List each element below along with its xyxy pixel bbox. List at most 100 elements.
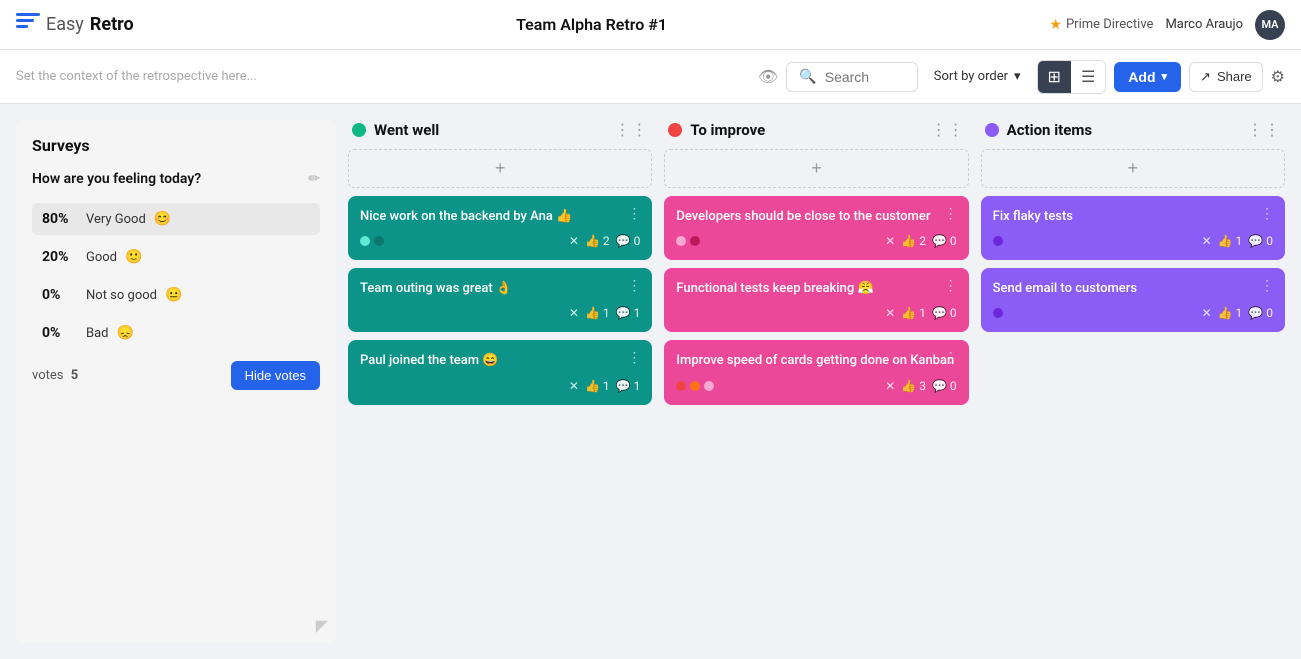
view-toggle: ⊞ ☰ [1037,60,1107,94]
card-comment[interactable]: 💬 0 [932,379,957,393]
card-delete-icon[interactable]: ✕ [885,379,895,393]
card-dots [993,236,1003,246]
survey-label: Not so good [86,288,157,303]
card-text: Functional tests keep breaking 😤 [676,280,956,298]
card-menu-icon[interactable]: ⋮ [627,278,642,294]
column-to-improve: To improve ⋮⋮ + ⋮ Developers should be c… [664,120,968,643]
card-text: Nice work on the backend by Ana 👍 [360,208,640,226]
card: ⋮ Paul joined the team 😄 ✕ 👍 1 💬 1 [348,340,652,404]
card-menu-icon[interactable]: ⋮ [944,278,959,294]
card-like[interactable]: 👍 3 [901,379,926,393]
card-actions: ✕ 👍 1 💬 1 [360,306,640,320]
add-card-button[interactable]: + [348,149,652,188]
card-like[interactable]: 👍 1 [901,306,926,320]
card-menu-icon[interactable]: ⋮ [627,206,642,222]
main-content: Surveys How are you feeling today? ✏ 80%… [0,104,1301,659]
card-actions: ✕ 👍 1 💬 1 [360,379,640,393]
card-menu-icon[interactable]: ⋮ [944,350,959,366]
card-text: Developers should be close to the custom… [676,208,956,226]
view-grid-button[interactable]: ⊞ [1038,61,1071,93]
survey-label: Very Good [86,212,146,227]
card-comment[interactable]: 💬 1 [616,379,641,393]
card-delete-icon[interactable]: ✕ [1202,234,1212,248]
card-dots [993,308,1003,318]
logo-icon [16,13,40,37]
column-dot [668,123,682,137]
card-delete-icon[interactable]: ✕ [569,306,579,320]
column-header: Action items ⋮⋮ [981,120,1285,139]
column-menu-icon[interactable]: ⋮⋮ [1247,120,1281,139]
card-menu-icon[interactable]: ⋮ [627,350,642,366]
card-comment[interactable]: 💬 0 [616,234,641,248]
card-dots [360,236,384,246]
card-delete-icon[interactable]: ✕ [569,379,579,393]
card-delete-icon[interactable]: ✕ [569,234,579,248]
card-like[interactable]: 👍 2 [901,234,926,248]
view-list-button[interactable]: ☰ [1071,61,1105,93]
hide-votes-button[interactable]: Hide votes [231,361,320,390]
card-comment[interactable]: 💬 1 [616,306,641,320]
context-placeholder[interactable]: Set the context of the retrospective her… [16,69,746,84]
gear-icon[interactable]: ⚙ [1271,67,1285,86]
card-text: Send email to customers [993,280,1273,298]
avatar[interactable]: MA [1255,10,1285,40]
column-menu-icon[interactable]: ⋮⋮ [931,120,965,139]
search-icon: 🔍 [799,69,816,85]
edit-icon[interactable]: ✏ [308,171,320,187]
toolbar-right: 👁 🔍 Sort by order ▾ ⊞ ☰ Add ▾ ↗ Share ⚙ [758,60,1285,94]
column-title: Went well [374,121,606,139]
card-like[interactable]: 👍 2 [585,234,610,248]
resize-handle: ◤ [316,616,328,635]
eye-icon[interactable]: 👁 [758,67,778,86]
card-comment[interactable]: 💬 0 [1248,234,1273,248]
card-like[interactable]: 👍 1 [1218,234,1243,248]
sort-chevron-icon: ▾ [1014,69,1021,84]
card-delete-icon[interactable]: ✕ [885,306,895,320]
add-card-button[interactable]: + [664,149,968,188]
card-delete-icon[interactable]: ✕ [885,234,895,248]
survey-option: 0% Bad 😞 [32,317,320,349]
card-text: Team outing was great 👌 [360,280,640,298]
survey-option: 0% Not so good 😐 [32,279,320,311]
card-like[interactable]: 👍 1 [585,379,610,393]
card-menu-icon[interactable]: ⋮ [1260,206,1275,222]
app-header: EasyRetro Team Alpha Retro #1 ★ Prime Di… [0,0,1301,50]
card-like[interactable]: 👍 1 [585,306,610,320]
survey-options: 80% Very Good 😊 20% Good 🙂 0% Not so goo… [32,203,320,349]
card-dot [676,236,686,246]
column-title: To improve [690,121,922,139]
logo-retro-text: Retro [90,14,134,35]
card-menu-icon[interactable]: ⋮ [1260,278,1275,294]
card-text: Fix flaky tests [993,208,1273,226]
card-dot [993,308,1003,318]
column-went-well: Went well ⋮⋮ + ⋮ Nice work on the backen… [348,120,652,643]
card-comment[interactable]: 💬 0 [932,234,957,248]
card-dots [676,381,714,391]
survey-pct: 80% [42,211,78,227]
card-like[interactable]: 👍 1 [1218,306,1243,320]
survey-pct: 20% [42,249,78,265]
card-actions: ✕ 👍 1 💬 0 [676,306,956,320]
card-comment[interactable]: 💬 0 [1248,306,1273,320]
sort-button[interactable]: Sort by order ▾ [926,63,1029,90]
add-label: Add [1128,69,1155,85]
search-box: 🔍 [786,62,917,92]
card-delete-icon[interactable]: ✕ [1202,306,1212,320]
survey-emoji: 😐 [165,287,182,303]
card: ⋮ Fix flaky tests ✕ 👍 1 💬 0 [981,196,1285,260]
search-input[interactable] [825,69,905,85]
card-dot [360,236,370,246]
logo[interactable]: EasyRetro [16,13,134,37]
votes-count: 5 [71,368,78,383]
card-actions: ✕ 👍 1 💬 0 [993,234,1273,248]
card-menu-icon[interactable]: ⋮ [944,206,959,222]
survey-emoji: 🙂 [125,249,142,265]
share-button[interactable]: ↗ Share [1189,62,1263,92]
prime-directive[interactable]: ★ Prime Directive [1049,17,1153,33]
column-menu-icon[interactable]: ⋮⋮ [614,120,648,139]
survey-label: Good [86,250,117,265]
add-button[interactable]: Add ▾ [1114,62,1181,92]
card-comment[interactable]: 💬 0 [932,306,957,320]
card: ⋮ Improve speed of cards getting done on… [664,340,968,404]
add-card-button[interactable]: + [981,149,1285,188]
